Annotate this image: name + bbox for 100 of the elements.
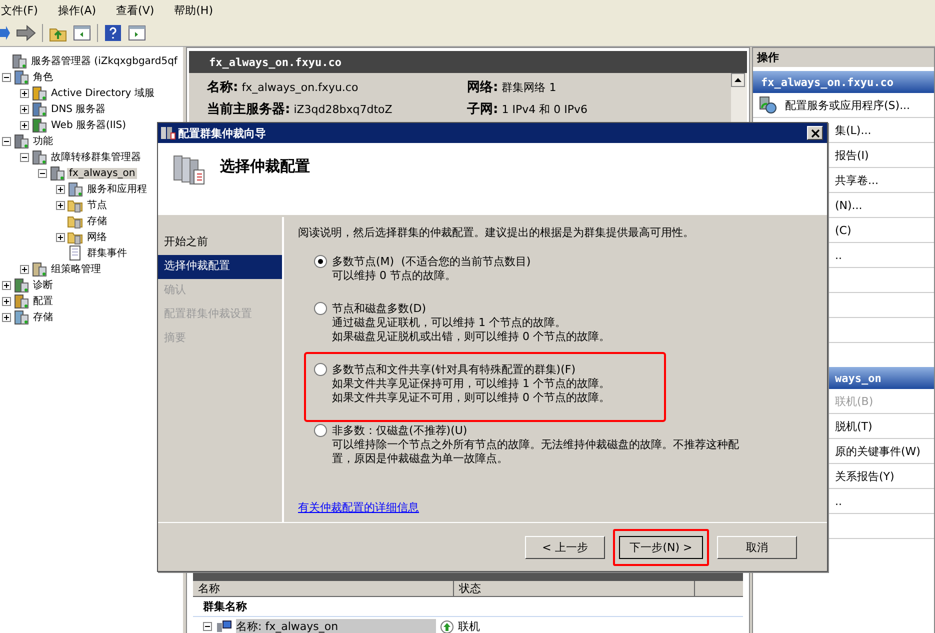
window-title: 配置群集仲裁向导 [178, 126, 267, 140]
option-label[interactable]: 多数节点和文件共享(针对具有特殊配置的群集)(F) [332, 362, 576, 377]
action-link[interactable]: (N)... [835, 198, 862, 212]
option-label[interactable]: 多数节点(M) [332, 254, 394, 269]
option-description: 如果文件共享见证不可用，则可以维持 0 个节点的故障。 [331, 391, 611, 405]
wizard-button[interactable]: < 上一步 [525, 536, 605, 558]
back-icon[interactable] [0, 25, 10, 41]
help-icon[interactable] [104, 24, 122, 42]
option-description: 如果磁盘见证脱机或出错，则可以维持 0 个节点的故障。 [331, 330, 611, 344]
field-label: 当前主服务器: [207, 102, 290, 117]
forward-icon[interactable] [16, 25, 36, 41]
menu-item[interactable]: 操作(A) [58, 2, 96, 18]
expand-icon[interactable] [20, 264, 29, 274]
action-link[interactable]: 集(L)... [835, 122, 872, 138]
column-header[interactable]: 状态 [454, 581, 695, 596]
action-link[interactable]: 报告(I) [835, 148, 869, 162]
action-link[interactable]: 关系报告(Y) [835, 468, 894, 484]
tree-item[interactable]: DNS 服务器 [49, 102, 108, 116]
collapse-icon[interactable] [2, 136, 11, 146]
tree-item[interactable]: 诊断 [31, 278, 55, 292]
tree-item[interactable]: 网络 [85, 230, 109, 244]
roles-icon [13, 69, 29, 85]
field-value: 1 IPv4 和 0 IPv6 [502, 103, 588, 116]
tree-item[interactable]: 角色 [31, 70, 55, 84]
server-rack-icon [172, 153, 206, 187]
expand-icon[interactable] [20, 120, 29, 130]
radio-button[interactable] [314, 302, 327, 315]
collapse-icon[interactable] [20, 152, 29, 162]
tree-item[interactable]: 故障转移群集管理器 [49, 150, 143, 164]
instruction-text: 阅读说明，然后选择群集的仲裁配置。建议提出的根据是为群集提供最高可用性。 [298, 225, 695, 240]
features-icon [13, 133, 29, 149]
page-heading: 选择仲裁配置 [220, 157, 310, 176]
tree-item[interactable]: 存储 [31, 310, 55, 324]
wizard-button[interactable]: 下一步(N) > [619, 536, 703, 558]
expand-icon[interactable] [20, 104, 29, 114]
storage-icon [13, 309, 29, 325]
log-icon [67, 245, 83, 261]
action-link[interactable]: 共享卷... [835, 172, 878, 188]
collapse-icon[interactable] [2, 72, 11, 82]
web-icon [31, 117, 47, 133]
wizard-step[interactable]: 选择仲裁配置 [158, 255, 282, 279]
radio-button[interactable] [314, 363, 327, 376]
tree-item[interactable]: 存储 [85, 214, 109, 228]
tree-item[interactable]: 服务器管理器 (iZkqxgbgard5qf [29, 54, 180, 68]
apps-icon [67, 181, 83, 197]
action-link[interactable]: 原的关键事件(W) [835, 444, 920, 458]
expand-icon[interactable] [56, 232, 65, 242]
wizard-step[interactable]: 开始之前 [158, 231, 282, 255]
table-cell: 联机 [458, 619, 480, 633]
action-link[interactable]: .. [835, 248, 842, 262]
cluster-icon [31, 149, 47, 165]
menu-item[interactable]: 文件(F) [1, 2, 38, 18]
field-value: fx_always_on.fxyu.co [242, 81, 358, 94]
menu-item[interactable]: 帮助(H) [174, 2, 213, 18]
tree-item[interactable]: 群集事件 [85, 246, 129, 260]
option-description: 置，原因是仲裁磁盘为单一故障点。 [331, 452, 509, 466]
section-title: ways_on [835, 372, 882, 384]
expand-icon[interactable] [20, 88, 29, 98]
action-link[interactable]: 配置服务或应用程序(S)... [785, 98, 910, 112]
option-description: 如果文件共享见证保持可用，可以维持 1 个节点的故障。 [331, 377, 611, 391]
expand-icon[interactable] [56, 200, 65, 210]
wizard-button[interactable]: 取消 [717, 536, 797, 558]
tree-item[interactable]: Active Directory 域服 [49, 86, 156, 100]
pane-icon[interactable] [73, 24, 91, 42]
tree-item[interactable]: fx_always_on [67, 168, 138, 178]
collapse-icon[interactable] [38, 168, 47, 178]
section-title: fx_always_on.fxyu.co [761, 76, 894, 88]
radio-button[interactable] [314, 424, 327, 437]
scroll-up-icon[interactable] [731, 73, 745, 87]
tree-item[interactable]: Web 服务器(IIS) [49, 118, 128, 132]
tree-item[interactable]: 配置 [31, 294, 55, 308]
field-value: 群集网络 1 [502, 81, 556, 94]
option-label[interactable]: 节点和磁盘多数(D) [332, 301, 426, 316]
action-link[interactable]: (C) [835, 224, 852, 236]
expand-icon[interactable] [2, 296, 11, 306]
expand-icon[interactable] [56, 184, 65, 194]
tree-item[interactable]: 服务和应用程 [85, 182, 149, 196]
expand-icon[interactable] [2, 280, 11, 290]
radio-button[interactable] [314, 255, 327, 268]
close-button[interactable] [807, 126, 823, 140]
dns-icon [31, 101, 47, 117]
option-description: 可以维持 0 节点的故障。 [331, 269, 457, 283]
action-link[interactable]: .. [835, 494, 842, 508]
option-description: 通过磁盘见证联机，可以维持 1 个节点的故障。 [331, 316, 567, 330]
menu-item[interactable]: 查看(V) [116, 2, 154, 18]
action-link[interactable]: 脱机(T) [835, 418, 872, 434]
tree-item[interactable]: 功能 [31, 134, 55, 148]
collapse-icon[interactable] [203, 622, 212, 631]
diag-icon [13, 277, 29, 293]
tree-item[interactable]: 组策略管理 [49, 262, 103, 276]
tree-item[interactable]: 节点 [85, 198, 109, 212]
pane-icon[interactable] [128, 24, 146, 42]
option-label[interactable]: 非多数：仅磁盘(不推荐)(U) [332, 423, 468, 438]
server-icon [11, 53, 27, 69]
help-link[interactable]: 有关仲裁配置的详细信息 [298, 500, 419, 515]
column-header[interactable]: 名称 [193, 581, 454, 596]
config-icon [13, 293, 29, 309]
ad-icon [31, 85, 47, 101]
expand-icon[interactable] [2, 312, 11, 322]
field-label: 网络: [467, 80, 498, 95]
